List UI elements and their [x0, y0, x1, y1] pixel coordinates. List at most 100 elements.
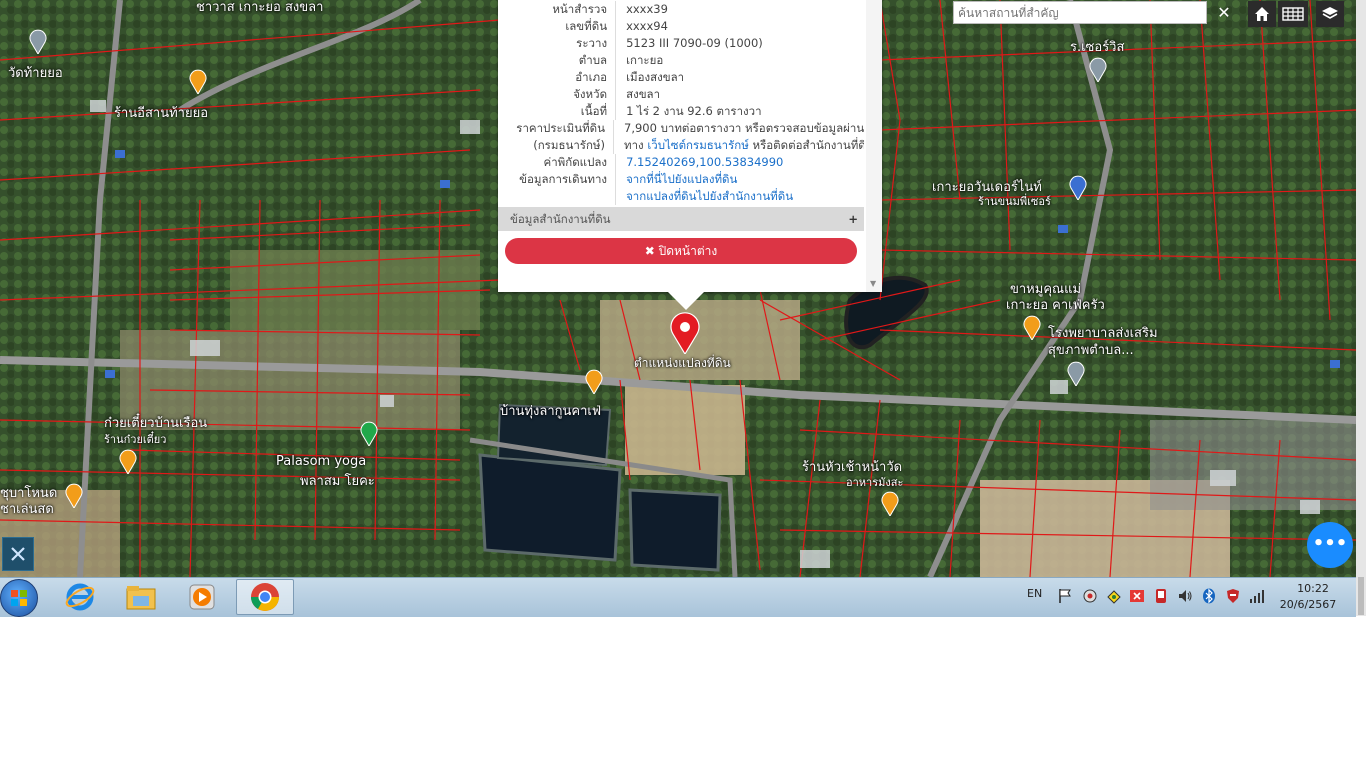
- land-office-section[interactable]: ข้อมูลสำนักงานที่ดิน +: [498, 207, 864, 231]
- taskbar-app-file-explorer[interactable]: [113, 579, 169, 615]
- shop-pin-icon[interactable]: [1068, 174, 1088, 200]
- taskbar-app-media-player[interactable]: [174, 579, 230, 615]
- info-key: เลขที่ดิน: [498, 18, 617, 35]
- grid-button[interactable]: [1278, 1, 1308, 27]
- home-button[interactable]: [1248, 1, 1276, 27]
- info-key: หน้าสำรวจ: [498, 1, 617, 18]
- clock-date[interactable]: 20/6/2567: [1278, 598, 1338, 611]
- scroll-down-icon[interactable]: ▼: [870, 279, 876, 288]
- home-icon: [1255, 7, 1269, 21]
- info-row: (กรมธนารักษ์) ทาง เว็บไซต์กรมธนารักษ์ หรื…: [498, 137, 864, 154]
- map-label: ร้านอีสานท้ายยอ: [114, 106, 209, 121]
- poi-pin-icon[interactable]: [584, 368, 604, 394]
- info-key: ตำบล: [498, 52, 617, 69]
- parcel-marker-icon[interactable]: [668, 312, 702, 354]
- tools-icon: [11, 547, 25, 561]
- map-label: วัดท้ายยอ: [8, 66, 63, 81]
- map-label: Palasom yoga: [276, 454, 367, 469]
- info-row: ค่าพิกัดแปลง 7.15240269,100.53834990: [498, 154, 864, 171]
- poi-pin-icon[interactable]: [880, 490, 900, 516]
- info-value: เมืองสงขลา: [616, 69, 864, 86]
- map-label: บ้านทุ่งลากูนคาเฟ่: [500, 404, 602, 419]
- info-row: ตำบล เกาะยอ: [498, 52, 864, 69]
- info-value: จากที่นี่ไปยังแปลงที่ดิน: [616, 171, 864, 188]
- poi-pin-icon[interactable]: [1022, 314, 1042, 340]
- bluetooth-icon[interactable]: [1201, 588, 1217, 604]
- security-shield-icon[interactable]: [1106, 588, 1122, 604]
- info-link[interactable]: จากแปลงที่ดินไปยังสำนักงานที่ดิน: [626, 189, 793, 203]
- info-value-text: สงขลา: [626, 87, 661, 101]
- close-popup-button[interactable]: ✖ ปิดหน้าต่าง: [505, 238, 857, 264]
- info-value: 7.15240269,100.53834990: [616, 154, 864, 171]
- popup-pointer: [668, 292, 704, 310]
- parcel-info-popup: หน้าสำรวจ xxxx39 เลขที่ดิน xxxx94 ระวาง 5123 …: [498, 0, 882, 292]
- signal-icon[interactable]: [1249, 588, 1265, 604]
- device-icon[interactable]: [1153, 588, 1169, 604]
- info-link[interactable]: 7.15240269,100.53834990: [626, 155, 783, 169]
- info-value: xxxx39: [616, 1, 864, 18]
- temple-pin-icon[interactable]: [28, 28, 48, 54]
- internet-explorer-icon: [65, 583, 95, 611]
- info-link[interactable]: จากที่นี่ไปยังแปลงที่ดิน: [626, 172, 737, 186]
- info-row: หน้าสำรวจ xxxx39: [498, 1, 864, 18]
- poi-pin-icon[interactable]: [64, 482, 84, 508]
- map-label: ร้านก๋วยเตี๋ยว: [104, 433, 167, 446]
- app-red-icon[interactable]: [1129, 588, 1145, 604]
- tools-button[interactable]: [2, 537, 34, 571]
- taskbar-app-internet-explorer[interactable]: [52, 579, 108, 615]
- start-button[interactable]: [0, 579, 38, 617]
- map-label: สุขภาพตำบล...: [1048, 343, 1134, 358]
- info-value: 7,900 บาทต่อตารางวา หรือตรวจสอบข้อมูลผ่า…: [614, 120, 864, 137]
- info-key: ค่าพิกัดแปลง: [498, 154, 617, 171]
- grid-icon: [1282, 7, 1304, 21]
- info-row: เลขที่ดิน xxxx94: [498, 18, 864, 35]
- clear-search-icon[interactable]: ✕: [1213, 2, 1235, 24]
- flag-icon[interactable]: [1057, 588, 1073, 604]
- info-value-text: 7,900 บาทต่อตารางวา หรือตรวจสอบข้อมูลผ่า…: [624, 121, 864, 135]
- location-pin-icon[interactable]: [1088, 56, 1108, 82]
- info-value: จากแปลงที่ดินไปยังสำนักงานที่ดิน: [616, 188, 864, 205]
- page-scrollbar[interactable]: [1356, 0, 1366, 616]
- layers-button[interactable]: [1316, 1, 1344, 27]
- volume-icon[interactable]: [1177, 588, 1193, 604]
- clock-time[interactable]: 10:22: [1288, 582, 1338, 595]
- info-value-text: 5123 III 7090-09 (1000): [626, 36, 763, 50]
- location-pin-icon[interactable]: [1066, 360, 1086, 386]
- info-value-text: เมืองสงขลา: [626, 70, 685, 84]
- map-label: ชาเล่นสด: [0, 502, 54, 517]
- poi-pin-icon[interactable]: [118, 448, 138, 474]
- language-indicator[interactable]: EN: [1027, 587, 1042, 600]
- search-input[interactable]: [953, 1, 1207, 24]
- map-label: พลาสม โยคะ: [300, 474, 375, 489]
- info-key: ราคาประเมินที่ดิน: [498, 120, 614, 137]
- info-value-text: xxxx39: [626, 2, 668, 16]
- info-value: ทาง เว็บไซต์กรมธนารักษ์ หรือติดต่อสำนักง…: [614, 137, 864, 154]
- info-value: 1 ไร่ 2 งาน 92.6 ตารางวา: [616, 103, 864, 120]
- antivirus-icon[interactable]: [1225, 588, 1241, 604]
- info-row: จังหวัด สงขลา: [498, 86, 864, 103]
- info-key: ระวาง: [498, 35, 617, 52]
- info-value-text: 1 ไร่ 2 งาน 92.6 ตารางวา: [626, 104, 762, 118]
- info-value-suffix: หรือติดต่อสำนักงานที่ดิน: [748, 138, 864, 152]
- map-label: ร.เซอร์วิส: [1070, 40, 1125, 55]
- more-options-button[interactable]: •••: [1307, 522, 1353, 568]
- info-link[interactable]: เว็บไซต์กรมธนารักษ์: [647, 138, 749, 152]
- info-row: อำเภอ เมืองสงขลา: [498, 69, 864, 86]
- page-scrollbar-thumb[interactable]: [1358, 577, 1364, 615]
- info-key: ข้อมูลการเดินทาง: [498, 171, 617, 188]
- land-office-label: ข้อมูลสำนักงานที่ดิน: [510, 212, 611, 226]
- chrome-icon: [251, 583, 279, 611]
- poi-pin-icon[interactable]: [359, 420, 379, 446]
- poi-pin-icon[interactable]: [188, 68, 208, 94]
- info-value: xxxx94: [616, 18, 864, 35]
- info-value: 5123 III 7090-09 (1000): [616, 35, 864, 52]
- info-row: ราคาประเมินที่ดิน 7,900 บาทต่อตารางวา หรื…: [498, 120, 864, 137]
- map-label: เกาะยอ คาเฟ่ครัว: [1006, 298, 1105, 313]
- info-value-text: เกาะยอ: [626, 53, 664, 67]
- info-value: สงขลา: [616, 86, 864, 103]
- expand-icon[interactable]: +: [848, 207, 858, 231]
- taskbar-app-chrome[interactable]: [236, 579, 294, 615]
- network-app-icon[interactable]: [1082, 588, 1098, 604]
- parcel-info-table: หน้าสำรวจ xxxx39 เลขที่ดิน xxxx94 ระวาง 5123 …: [498, 1, 864, 205]
- popup-scrollbar[interactable]: ▼: [866, 0, 882, 292]
